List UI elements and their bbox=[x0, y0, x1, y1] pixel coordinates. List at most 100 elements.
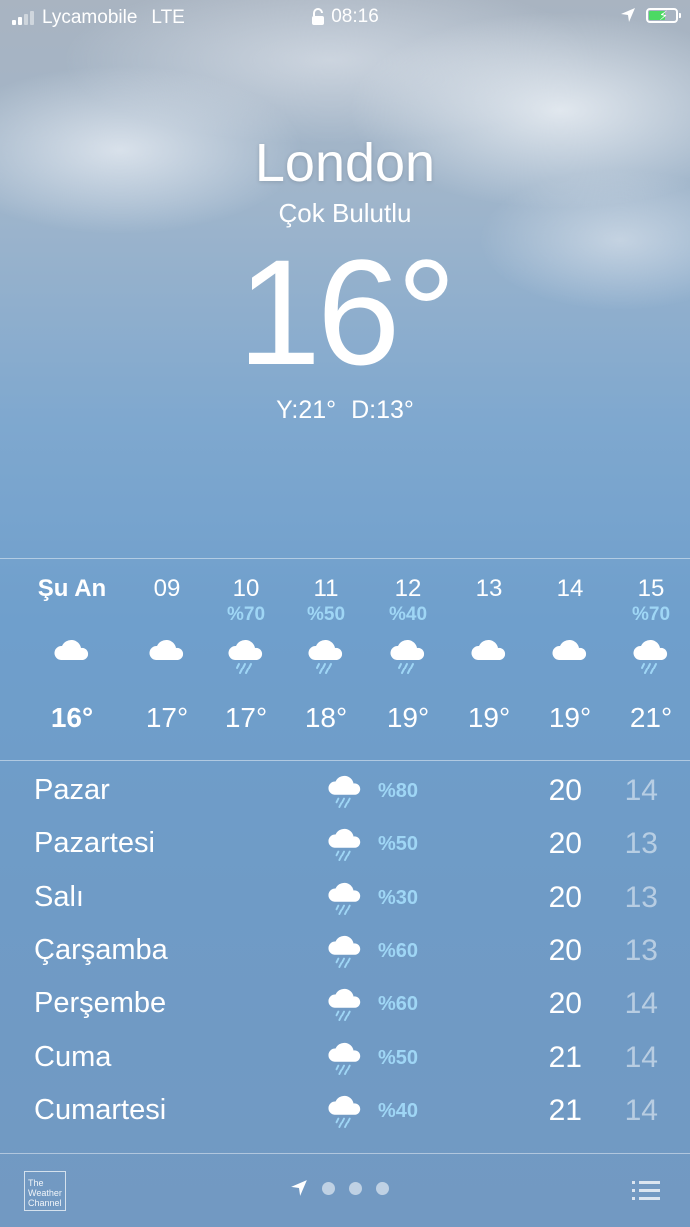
hourly-item: 14 19° bbox=[530, 574, 610, 734]
hour-label: 12 bbox=[394, 575, 422, 602]
day-low-temp: 13 bbox=[624, 880, 658, 914]
hour-label: 13 bbox=[475, 575, 503, 602]
hour-precip-chance: %70 bbox=[631, 604, 671, 625]
daily-row: Cuma %50 21 14 bbox=[0, 1037, 690, 1090]
day-name: Pazar bbox=[34, 774, 110, 806]
location-page-icon[interactable] bbox=[290, 1179, 308, 1197]
rain-cloud-icon bbox=[326, 987, 364, 1026]
battery-icon: ⚡ bbox=[646, 7, 681, 23]
hour-precip-chance bbox=[530, 604, 610, 626]
day-precip-chance: %40 bbox=[378, 1099, 419, 1122]
day-precip-chance: %60 bbox=[378, 939, 419, 962]
rain-cloud-icon bbox=[326, 827, 364, 866]
page-dot[interactable] bbox=[349, 1181, 362, 1195]
day-low-temp: 14 bbox=[624, 1093, 658, 1127]
hour-label: 14 bbox=[556, 575, 584, 602]
day-name: Salı bbox=[34, 880, 84, 913]
hour-label: 11 bbox=[313, 575, 339, 602]
rain-cloud-icon bbox=[326, 1041, 364, 1080]
page-indicator[interactable] bbox=[290, 1179, 389, 1197]
hour-precip-chance: %50 bbox=[306, 604, 346, 625]
hour-label: Şu An bbox=[37, 575, 107, 602]
day-name: Çarşamba bbox=[34, 933, 168, 966]
hourly-item: 10 %70 17° bbox=[206, 574, 286, 734]
divider-middle bbox=[0, 760, 690, 761]
day-low-temp: 14 bbox=[624, 774, 658, 807]
city-name: London bbox=[254, 133, 436, 193]
daily-row: Cumartesi %40 21 14 bbox=[0, 1090, 690, 1143]
hour-precip-chance bbox=[32, 604, 112, 626]
day-precip-chance: %30 bbox=[378, 886, 419, 909]
divider-top bbox=[0, 558, 690, 559]
location-arrow-icon bbox=[621, 8, 635, 22]
hour-temperature: 19° bbox=[386, 702, 430, 733]
day-name: Pazartesi bbox=[34, 827, 155, 860]
rain-cloud-icon bbox=[326, 774, 364, 813]
day-high-temp: 20 bbox=[548, 774, 582, 807]
status-bar: Lycamobile LTE 08:16 ⚡ bbox=[0, 0, 690, 36]
status-right: ⚡ bbox=[620, 7, 681, 23]
day-low-temp: 13 bbox=[624, 827, 658, 861]
rain-cloud-icon bbox=[286, 626, 366, 686]
day-precip-chance: %80 bbox=[378, 780, 419, 802]
day-high-temp: 20 bbox=[548, 827, 582, 861]
day-high-temp: 20 bbox=[548, 987, 582, 1021]
day-high-temp: 20 bbox=[548, 880, 582, 914]
cloud-icon bbox=[32, 626, 112, 686]
hour-temperature: 21° bbox=[629, 702, 673, 733]
page-dot[interactable] bbox=[322, 1181, 335, 1195]
cloud-icon bbox=[127, 626, 207, 686]
condition-text: Çok Bulutlu bbox=[278, 198, 412, 228]
hourly-item: 15 %70 21° bbox=[611, 574, 690, 734]
day-name: Cumartesi bbox=[34, 1093, 167, 1126]
lock-icon bbox=[312, 8, 325, 25]
day-precip-chance: %60 bbox=[378, 993, 419, 1016]
hour-precip-chance bbox=[449, 604, 529, 626]
hour-precip-chance: %70 bbox=[226, 604, 266, 625]
hourly-forecast[interactable]: Şu An 16° 09 17° 10 %70 17° 11 %50 18° 12 %40 19° 13 1… bbox=[0, 560, 690, 760]
cloud-icon bbox=[530, 626, 610, 686]
high-low-temperature: Y:21° D:13° bbox=[276, 396, 414, 424]
hourly-item: 12 %40 19° bbox=[368, 574, 448, 734]
daily-row: Salı %30 20 13 bbox=[0, 877, 690, 930]
rain-cloud-icon bbox=[611, 626, 690, 686]
hour-temperature: 18° bbox=[304, 702, 348, 733]
hour-precip-chance: %40 bbox=[388, 604, 428, 625]
day-precip-chance: %50 bbox=[378, 1046, 419, 1069]
weather-channel-logo[interactable]: The Weather Channel bbox=[24, 1171, 66, 1211]
hour-label: 15 bbox=[637, 575, 665, 602]
cloud-icon bbox=[449, 626, 529, 686]
rain-cloud-icon bbox=[326, 881, 364, 920]
page-dot[interactable] bbox=[376, 1181, 389, 1195]
daily-row: Pazartesi %50 20 13 bbox=[0, 823, 690, 876]
hour-temperature: 16° bbox=[50, 702, 94, 733]
hourly-item: 09 17° bbox=[127, 574, 207, 734]
rain-cloud-icon bbox=[368, 626, 448, 686]
hour-temperature: 19° bbox=[467, 702, 511, 733]
day-low-temp: 14 bbox=[624, 987, 658, 1021]
city-list-icon[interactable] bbox=[632, 1181, 660, 1201]
hour-temperature: 17° bbox=[145, 702, 189, 733]
status-center: 08:16 bbox=[0, 6, 690, 28]
day-name: Cuma bbox=[34, 1040, 112, 1073]
day-low-temp: 13 bbox=[624, 933, 658, 967]
daily-row: Pazar %80 20 14 bbox=[0, 770, 690, 823]
logo-line3: Channel bbox=[28, 1198, 62, 1208]
hourly-item: Şu An 16° bbox=[32, 574, 112, 734]
clock-time: 08:16 bbox=[331, 6, 379, 27]
rain-cloud-icon bbox=[326, 934, 364, 973]
daily-row: Çarşamba %60 20 13 bbox=[0, 930, 690, 983]
charging-bolt-icon: ⚡ bbox=[659, 7, 669, 23]
current-temperature: 16° bbox=[237, 228, 457, 396]
day-high-temp: 20 bbox=[548, 933, 582, 967]
hour-label: 09 bbox=[153, 575, 181, 602]
daily-row: Perşembe %60 20 14 bbox=[0, 983, 690, 1036]
day-precip-chance: %50 bbox=[378, 833, 419, 856]
day-name: Perşembe bbox=[34, 987, 167, 1020]
hourly-item: 11 %50 18° bbox=[286, 574, 366, 734]
rain-cloud-icon bbox=[326, 1094, 364, 1133]
bottom-bar: The Weather Channel bbox=[0, 1153, 690, 1227]
logo-line2: Weather bbox=[28, 1188, 62, 1198]
hour-label: 10 bbox=[232, 575, 260, 602]
day-high-temp: 21 bbox=[548, 1093, 582, 1127]
